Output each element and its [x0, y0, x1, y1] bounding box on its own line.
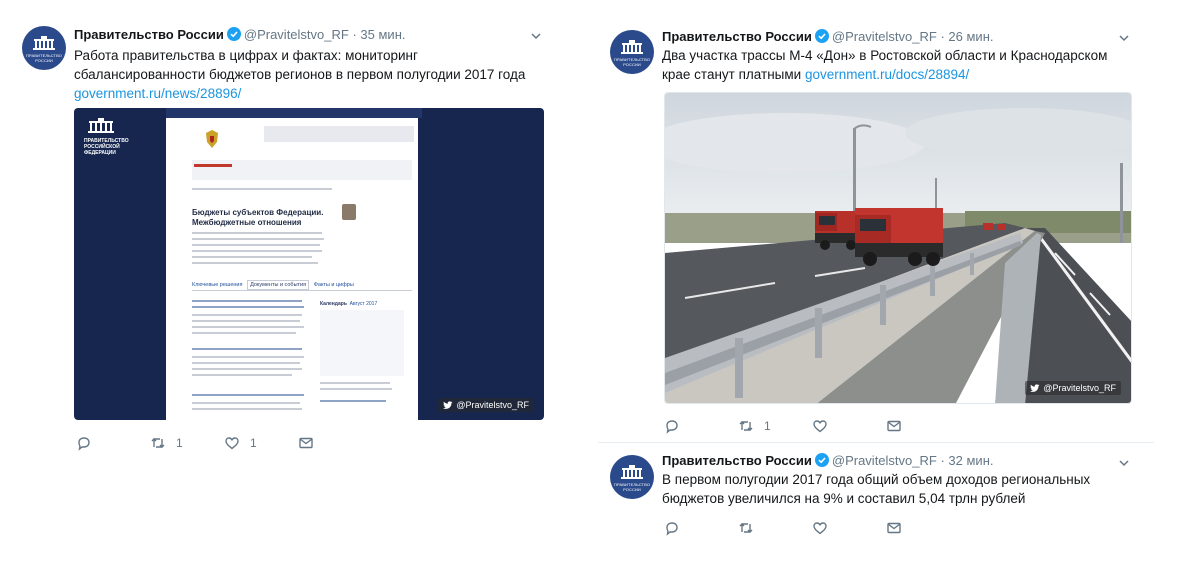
retweet-button[interactable]: 1: [150, 434, 183, 452]
site-calendar: Календарь Август 2017: [320, 301, 378, 307]
like-icon: [813, 522, 827, 535]
like-button[interactable]: [812, 417, 828, 435]
verified-icon: [814, 29, 829, 43]
reply-button[interactable]: [76, 434, 92, 452]
government-building-icon: [621, 40, 643, 54]
twitter-bird-icon: [1030, 384, 1040, 392]
tweet-header: Правительство России @Pravitelstvo_RF · 2…: [662, 29, 994, 44]
government-building-icon: [33, 36, 55, 50]
chevron-down-icon[interactable]: [1118, 457, 1130, 469]
tweet-time[interactable]: 26 мин.: [948, 29, 993, 44]
government-building-icon: [621, 465, 643, 479]
author-name[interactable]: Правительство России: [74, 27, 224, 42]
tweet-header: Правительство России @Pravitelstvo_RF · 3…: [662, 453, 994, 468]
author-name[interactable]: Правительство России: [662, 29, 812, 44]
retweet-button[interactable]: 1: [738, 417, 771, 435]
author-handle[interactable]: @Pravitelstvo_RF: [832, 29, 937, 44]
reply-icon: [666, 420, 678, 434]
author-handle[interactable]: @Pravitelstvo_RF: [244, 27, 349, 42]
direct-message-button[interactable]: [886, 417, 902, 435]
twitter-bird-icon: [443, 401, 453, 409]
website-screenshot: ПРАВИТЕЛЬСТВО РОССИЙСКОЙ ФЕДЕРАЦИИ Бюдже…: [74, 108, 544, 420]
retweet-count: 1: [764, 419, 771, 433]
tweet-actions: [664, 519, 1064, 537]
author-handle[interactable]: @Pravitelstvo_RF: [832, 453, 937, 468]
like-icon: [813, 420, 827, 433]
tweet-time[interactable]: 32 мин.: [948, 453, 993, 468]
like-count: 1: [250, 436, 257, 450]
tweet-link[interactable]: government.ru/docs/28894/: [805, 67, 969, 82]
retweet-icon: [739, 421, 753, 431]
avatar[interactable]: ПРАВИТЕЛЬСТВО РОССИИ: [610, 30, 654, 74]
tweet-actions: 1: [664, 417, 1064, 435]
site-page-heading: Бюджеты субъектов Федерации. Межбюджетны…: [192, 208, 324, 227]
tweet-header: Правительство России @Pravitelstvo_RF · 3…: [74, 27, 406, 42]
tweet-media-photo[interactable]: @Pravitelstvo_RF: [664, 92, 1132, 404]
media-watermark: @Pravitelstvo_RF: [1025, 381, 1121, 395]
retweet-icon: [739, 523, 753, 533]
tweet-link[interactable]: government.ru/news/28896/: [74, 84, 544, 103]
like-button[interactable]: [812, 519, 828, 537]
tweet-text: В первом полугодии 2017 года общий объем…: [662, 472, 1091, 506]
direct-message-button[interactable]: [298, 434, 314, 452]
highway-photo: [665, 93, 1131, 403]
chevron-down-icon[interactable]: [1118, 32, 1130, 44]
retweet-count: 1: [176, 436, 183, 450]
tweet-actions: 1 1: [74, 434, 474, 452]
retweet-button[interactable]: [738, 519, 754, 537]
avatar[interactable]: ПРАВИТЕЛЬСТВО РОССИИ: [610, 455, 654, 499]
author-name[interactable]: Правительство России: [662, 453, 812, 468]
reply-button[interactable]: [664, 417, 680, 435]
site-page: Бюджеты субъектов Федерации. Межбюджетны…: [166, 118, 418, 420]
retweet-icon: [151, 438, 165, 448]
verified-icon: [226, 27, 241, 41]
coat-of-arms-icon: [206, 130, 218, 148]
direct-message-icon: [299, 437, 313, 449]
site-logo-icon: [88, 118, 114, 133]
verified-icon: [814, 453, 829, 467]
tweet-1[interactable]: ПРАВИТЕЛЬСТВО РОССИИ Правительство России…: [10, 8, 556, 460]
tweet-text: Работа правительства в цифрах и фактах: …: [74, 46, 544, 103]
chevron-down-icon[interactable]: [530, 30, 542, 42]
direct-message-icon: [887, 522, 901, 534]
tweet-media-screenshot[interactable]: ПРАВИТЕЛЬСТВО РОССИЙСКОЙ ФЕДЕРАЦИИ Бюдже…: [74, 108, 544, 420]
avatar-caption: ПРАВИТЕЛЬСТВО РОССИИ: [26, 53, 62, 63]
reply-icon: [666, 522, 678, 536]
like-button[interactable]: 1: [224, 434, 257, 452]
media-watermark: @Pravitelstvo_RF: [438, 398, 534, 412]
reply-icon: [78, 437, 90, 451]
tweet-text: Два участка трассы М-4 «Дон» в Ростовско…: [662, 48, 1108, 82]
tweet-3[interactable]: ПРАВИТЕЛЬСТВО РОССИИ Правительство России…: [598, 443, 1154, 553]
direct-message-icon: [887, 420, 901, 432]
tweet-2[interactable]: ПРАВИТЕЛЬСТВО РОССИИ Правительство России…: [598, 16, 1154, 444]
avatar[interactable]: ПРАВИТЕЛЬСТВО РОССИИ: [22, 26, 66, 70]
like-icon: [225, 437, 239, 450]
tweet-time[interactable]: 35 мин.: [360, 27, 405, 42]
site-tabs: Ключевые решения Документы и события Фак…: [192, 280, 354, 290]
site-logo-text: ПРАВИТЕЛЬСТВО РОССИЙСКОЙ ФЕДЕРАЦИИ: [84, 138, 129, 156]
direct-message-button[interactable]: [886, 519, 902, 537]
avatar-caption: ПРАВИТЕЛЬСТВО РОССИИ: [614, 57, 650, 67]
reply-button[interactable]: [664, 519, 680, 537]
avatar-caption: ПРАВИТЕЛЬСТВО РОССИИ: [614, 482, 650, 492]
